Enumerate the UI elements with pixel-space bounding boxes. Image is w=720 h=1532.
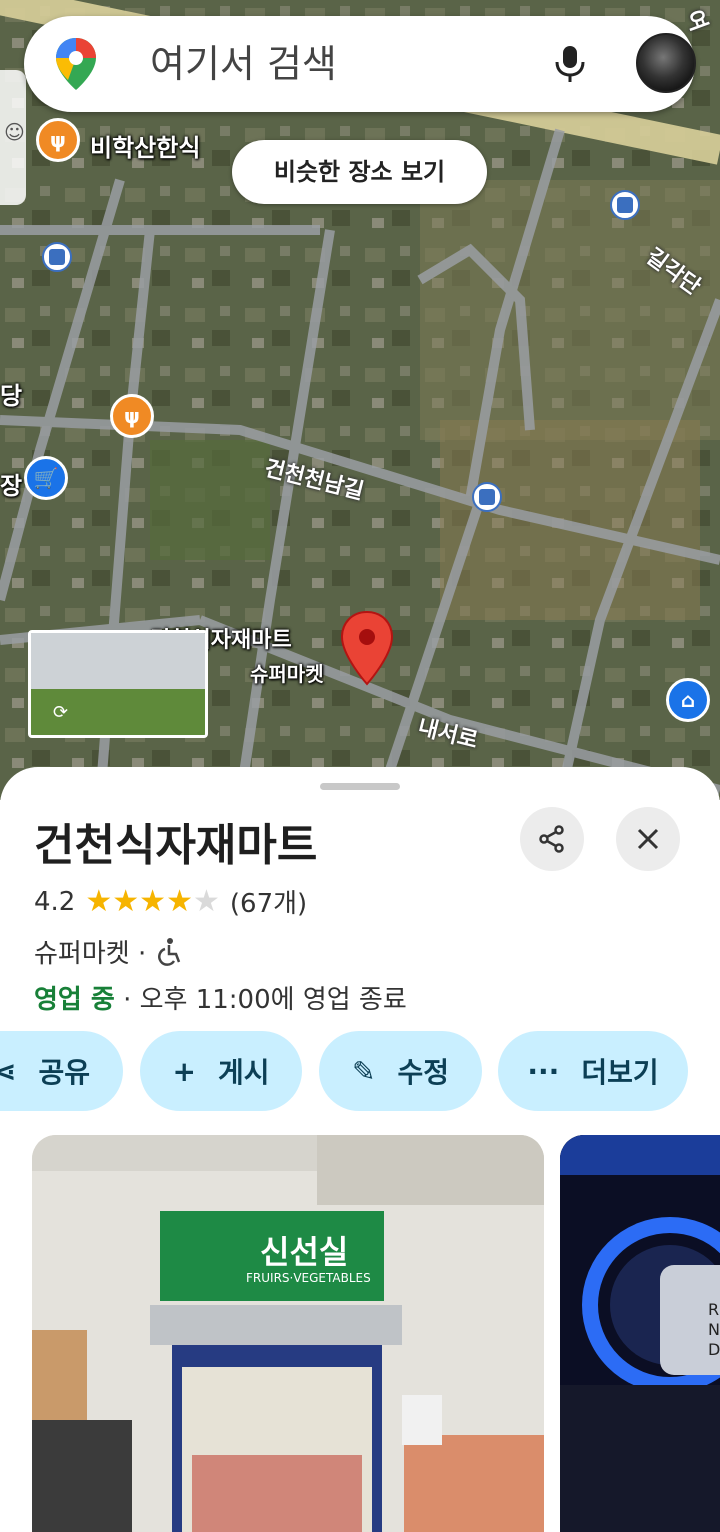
star-rating: ★ ★ ★ ★ ★ bbox=[85, 883, 220, 919]
sheet-drag-handle[interactable] bbox=[320, 783, 400, 790]
map-label-restaurant: 비학산한식 bbox=[90, 134, 201, 162]
place-photo[interactable]: 신선실 FRUIRS·VEGETABLES bbox=[32, 1135, 544, 1532]
more-chip[interactable]: ··· 더보기 bbox=[498, 1031, 688, 1111]
rotate-360-icon: ⟳ bbox=[53, 702, 69, 723]
review-count: (67개) bbox=[229, 889, 308, 919]
chip-label: 게시 bbox=[217, 1056, 270, 1089]
plus-icon: + bbox=[172, 1054, 196, 1088]
microphone-icon[interactable] bbox=[550, 44, 590, 84]
svg-text:N: N bbox=[708, 1320, 720, 1339]
closing-time: · 오후 11:00에 영업 종료 bbox=[123, 985, 407, 1015]
car-interior-photo: R N D bbox=[560, 1135, 720, 1532]
similar-places-button[interactable]: 비슷한 장소 보기 bbox=[232, 140, 487, 204]
map-label-partial: 당 bbox=[0, 382, 23, 410]
google-maps-logo-icon bbox=[56, 38, 96, 90]
rating-row[interactable]: 4.2 ★ ★ ★ ★ ★ (67개) bbox=[34, 883, 307, 920]
shopping-bag-pin-icon[interactable]: ⌂ bbox=[666, 678, 710, 722]
selected-place-pin-icon[interactable] bbox=[340, 610, 394, 686]
rating-value: 4.2 bbox=[34, 886, 76, 917]
share-icon bbox=[539, 825, 564, 853]
pencil-icon: ✎ bbox=[352, 1054, 376, 1088]
place-details-sheet: 건천식자재마트 4.2 ★ ★ ★ ★ ★ (67개) 슈퍼마켓 · 영업 중 … bbox=[0, 767, 720, 1532]
restaurant-pin-icon[interactable]: ψ bbox=[110, 394, 154, 438]
edit-chip[interactable]: ✎ 수정 bbox=[319, 1031, 482, 1111]
accessibility-side-tab[interactable]: ☺ bbox=[0, 70, 26, 205]
place-title: 건천식자재마트 bbox=[34, 820, 318, 871]
map-view[interactable]: ☺ ψ 비학산한식 ψ 🛒 ⌂ 당 장 건천천남길 내서로 길각단 여 건천식자… bbox=[0, 0, 720, 800]
hours-row[interactable]: 영업 중 · 오후 11:00에 영업 종료 bbox=[34, 979, 407, 1016]
bus-stop-icon[interactable] bbox=[610, 190, 640, 220]
share-chip[interactable]: ⋖ 공유 bbox=[0, 1031, 123, 1111]
category-row: 슈퍼마켓 · bbox=[34, 933, 184, 970]
open-status: 영업 중 bbox=[34, 985, 115, 1015]
share-icon: ⋖ bbox=[0, 1054, 17, 1088]
share-round-button[interactable] bbox=[520, 807, 584, 871]
restaurant-pin-icon[interactable]: ψ bbox=[36, 118, 80, 162]
pegman-icon: ☺ bbox=[4, 120, 25, 144]
search-input[interactable]: 여기서 검색 bbox=[150, 16, 337, 112]
chip-label: 더보기 bbox=[581, 1056, 659, 1089]
place-photo[interactable]: R N D bbox=[560, 1135, 720, 1532]
svg-text:D: D bbox=[708, 1340, 720, 1359]
star-icon: ★ bbox=[112, 883, 140, 919]
chip-label: 공유 bbox=[38, 1056, 90, 1089]
close-button[interactable] bbox=[616, 807, 680, 871]
wheelchair-accessible-icon bbox=[158, 937, 181, 966]
store-interior-photo bbox=[32, 1135, 544, 1532]
star-icon: ★ bbox=[85, 883, 113, 919]
place-category: 슈퍼마켓 · bbox=[34, 939, 147, 969]
map-place-category: 슈퍼마켓 bbox=[250, 662, 324, 686]
street-view-thumbnail[interactable]: ⟳ bbox=[28, 630, 208, 738]
svg-text:R: R bbox=[708, 1300, 719, 1319]
post-chip[interactable]: + 게시 bbox=[140, 1031, 302, 1111]
star-icon: ★ bbox=[166, 883, 193, 919]
star-empty-icon: ★ bbox=[192, 883, 220, 919]
search-bar[interactable]: 여기서 검색 bbox=[24, 16, 696, 112]
account-avatar[interactable] bbox=[636, 33, 696, 93]
map-label-partial: 장 bbox=[0, 472, 23, 500]
sign-korean: 신선실 bbox=[260, 1233, 349, 1271]
bus-stop-icon[interactable] bbox=[472, 482, 502, 512]
shopping-cart-pin-icon[interactable]: 🛒 bbox=[24, 456, 68, 500]
more-icon: ··· bbox=[527, 1054, 560, 1088]
chip-label: 수정 bbox=[397, 1056, 449, 1089]
bus-stop-icon[interactable] bbox=[42, 242, 72, 272]
close-icon bbox=[637, 828, 659, 850]
star-icon: ★ bbox=[139, 883, 167, 919]
sign-english: FRUIRS·VEGETABLES bbox=[246, 1271, 371, 1285]
